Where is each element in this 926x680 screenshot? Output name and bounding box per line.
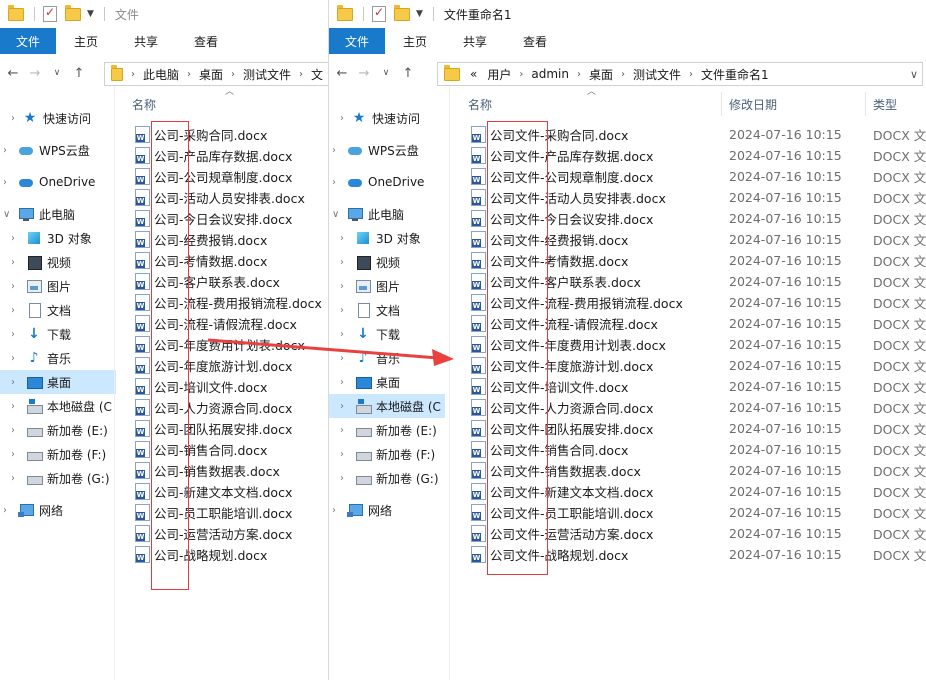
arrow-shaft — [207, 338, 439, 360]
arrow-head — [432, 349, 454, 366]
red-arrow — [207, 338, 454, 366]
